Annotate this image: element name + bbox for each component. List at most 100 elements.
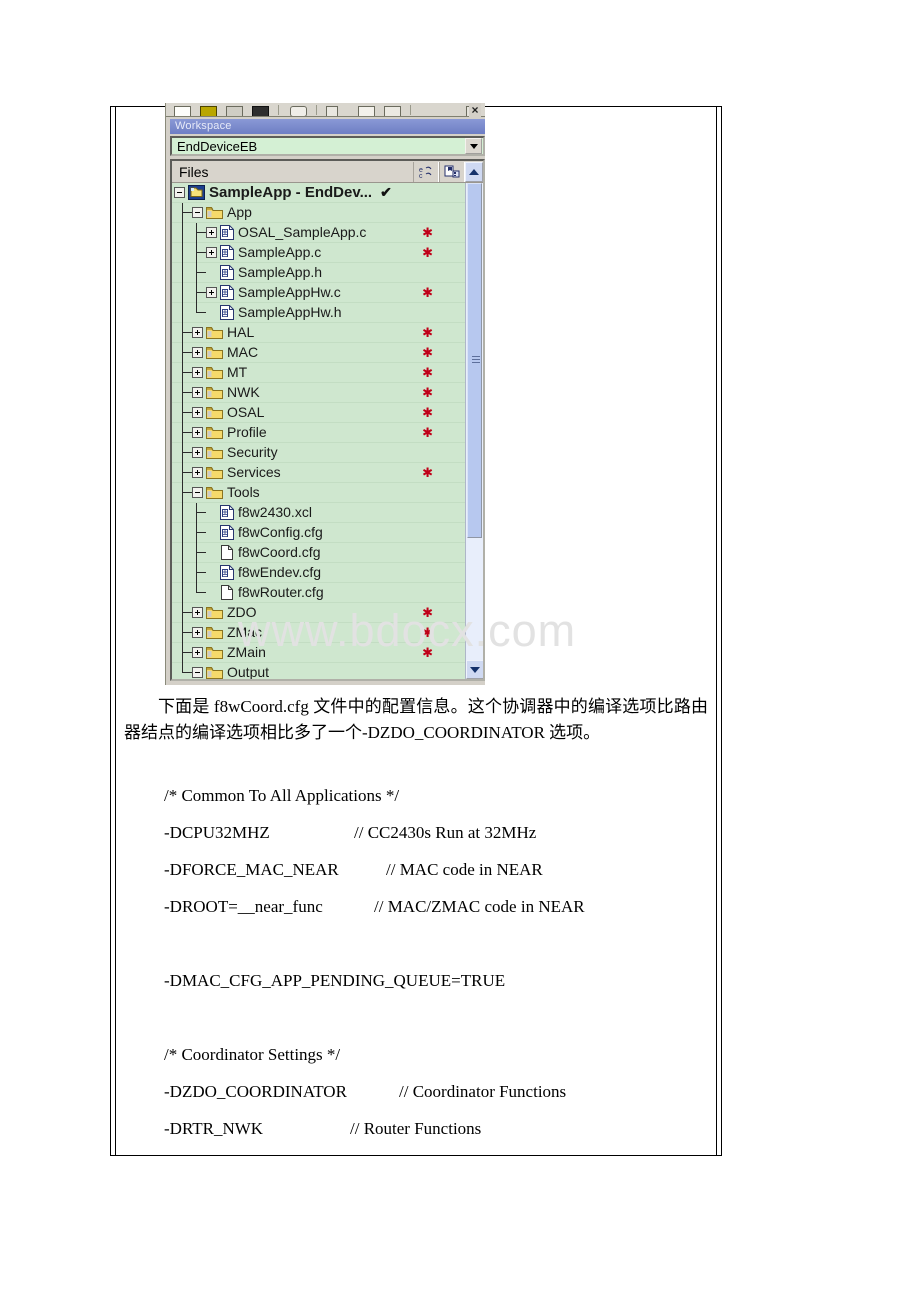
iar-workspace-screenshot: Workspace × EndDeviceEB Files e c Sample…: [165, 103, 485, 685]
scrollbar-thumb[interactable]: [467, 183, 482, 538]
modified-marker-icon: ✱: [422, 404, 433, 420]
tree-vertical-scrollbar[interactable]: [465, 183, 483, 679]
tree-connector: [178, 622, 192, 643]
tree-item-app[interactable]: App: [172, 202, 465, 223]
code-text: /* Coordinator Settings */: [164, 1045, 341, 1064]
scrollbar-grip: [472, 356, 480, 363]
expand-icon[interactable]: [192, 627, 203, 638]
toolbar-separator: [278, 105, 279, 115]
tree-item-f8wcoord-cfg[interactable]: f8wCoord.cfg: [172, 542, 465, 563]
tree-item-nwk[interactable]: NWK ✱: [172, 382, 465, 403]
expand-icon[interactable]: [206, 227, 217, 238]
tree-connector: [178, 562, 192, 583]
expand-icon[interactable]: [192, 607, 203, 618]
code-text: -DMAC_CFG_APP_PENDING_QUEUE=TRUE: [164, 971, 506, 990]
expand-icon[interactable]: [192, 407, 203, 418]
open-icon[interactable]: [290, 106, 307, 116]
tree-connector: [178, 362, 192, 383]
tree-item-services[interactable]: Services ✱: [172, 462, 465, 483]
tree-item-hal[interactable]: HAL ✱: [172, 322, 465, 343]
tree-item-f8wconfig-cfg[interactable]: f8wConfig.cfg: [172, 522, 465, 543]
collapse-icon[interactable]: [192, 207, 203, 218]
tree-item-label: Security: [227, 444, 278, 460]
file-properties-icon[interactable]: [439, 161, 465, 182]
code-line: -DROOT=__near_func // MAC/ZMAC code in NE…: [124, 894, 708, 931]
modified-marker-icon: ✱: [422, 464, 433, 480]
tree-connector: [192, 502, 206, 523]
tree-connector: [178, 382, 192, 403]
tree-item-sampleapp-h[interactable]: SampleApp.h: [172, 262, 465, 283]
tree-item-sampleapphw-h[interactable]: SampleAppHw.h: [172, 302, 465, 323]
folder-icon: [206, 606, 223, 619]
scroll-down-button[interactable]: [466, 660, 483, 679]
expand-icon[interactable]: [192, 327, 203, 338]
folder-icon: [206, 466, 223, 479]
workspace-titlebar[interactable]: Workspace: [170, 119, 485, 134]
tree-item-label: f8wCoord.cfg: [238, 544, 321, 560]
tree-item-mac[interactable]: MAC ✱: [172, 342, 465, 363]
expand-icon[interactable]: [192, 427, 203, 438]
expand-icon[interactable]: [192, 467, 203, 478]
tree-item-label: f8wConfig.cfg: [238, 524, 323, 540]
tree-item-f8wendev-cfg[interactable]: f8wEndev.cfg: [172, 562, 465, 583]
file-icon[interactable]: [358, 106, 375, 116]
tree-item-f8wrouter-cfg[interactable]: f8wRouter.cfg: [172, 582, 465, 603]
tree-connector: [178, 582, 192, 603]
folder-icon: [206, 326, 223, 339]
tree-item-sampleapphw-c[interactable]: SampleAppHw.c ✱: [172, 282, 465, 303]
collapse-icon[interactable]: [192, 667, 203, 678]
tree-item-osal[interactable]: OSAL ✱: [172, 402, 465, 423]
tree-item-profile[interactable]: Profile ✱: [172, 422, 465, 443]
tree-item-zmac[interactable]: ZMac ✱: [172, 622, 465, 643]
tree-item-sampleapp-c[interactable]: SampleApp.c ✱: [172, 242, 465, 263]
tree-connector: [178, 462, 192, 483]
expand-icon[interactable]: [192, 347, 203, 358]
folder-icon: [206, 446, 223, 459]
toggle-group-icon[interactable]: e c: [413, 161, 439, 182]
expand-icon[interactable]: [192, 387, 203, 398]
expand-icon[interactable]: [192, 367, 203, 378]
code-line: -DRTR_NWK // Router Functions: [124, 1116, 708, 1153]
tree-item-label: SampleAppHw.h: [238, 304, 342, 320]
expand-icon[interactable]: [206, 247, 217, 258]
tree-connector: [178, 282, 192, 303]
tree-item-mt[interactable]: MT ✱: [172, 362, 465, 383]
scroll-up-button[interactable]: [465, 161, 483, 182]
text-file-icon: [220, 585, 234, 600]
tree-connector: [192, 282, 206, 303]
tree-connector: [178, 422, 192, 443]
expand-icon[interactable]: [206, 287, 217, 298]
expand-icon[interactable]: [192, 647, 203, 658]
workspace-config-combobox[interactable]: EndDeviceEB: [170, 136, 485, 156]
file-tree[interactable]: SampleApp - EndDev... ✔ App OSAL_SampleApp.…: [172, 183, 465, 679]
modified-marker-icon: ✱: [422, 284, 433, 300]
collapse-icon[interactable]: [192, 487, 203, 498]
chevron-down-icon[interactable]: [465, 138, 482, 154]
close-icon[interactable]: ×: [469, 103, 481, 117]
tree-connector: [192, 262, 206, 283]
glasses-icon[interactable]: [326, 106, 338, 116]
expand-icon[interactable]: [192, 447, 203, 458]
tree-item-sampleapp-enddev[interactable]: SampleApp - EndDev... ✔: [172, 183, 465, 203]
tree-item-f8w2430-xcl[interactable]: f8w2430.xcl: [172, 502, 465, 523]
tree-item-zmain[interactable]: ZMain ✱: [172, 642, 465, 663]
stop-build-icon[interactable]: [226, 106, 243, 116]
code-line: -DZDO_COORDINATOR // Coordinator Function…: [124, 1079, 708, 1116]
tree-connector: [178, 222, 192, 243]
tree-item-label: MT: [227, 364, 248, 380]
compile-icon[interactable]: [200, 106, 217, 116]
tree-item-label: SampleApp - EndDev...: [209, 184, 373, 201]
source-file-icon: [220, 305, 234, 320]
tree-item-output[interactable]: Output: [172, 662, 465, 679]
tree-connector: [178, 342, 192, 363]
make-icon[interactable]: [174, 106, 191, 116]
debug-icon[interactable]: [252, 106, 269, 116]
tree-item-security[interactable]: Security: [172, 442, 465, 463]
tree-item-zdo[interactable]: ZDO ✱: [172, 602, 465, 623]
save-all-icon[interactable]: [384, 106, 401, 116]
tree-connector: [192, 522, 206, 543]
collapse-icon[interactable]: [174, 187, 185, 198]
folder-icon: [206, 626, 223, 639]
tree-item-osal-sampleapp-c[interactable]: OSAL_SampleApp.c ✱: [172, 222, 465, 243]
tree-item-tools[interactable]: Tools: [172, 482, 465, 503]
